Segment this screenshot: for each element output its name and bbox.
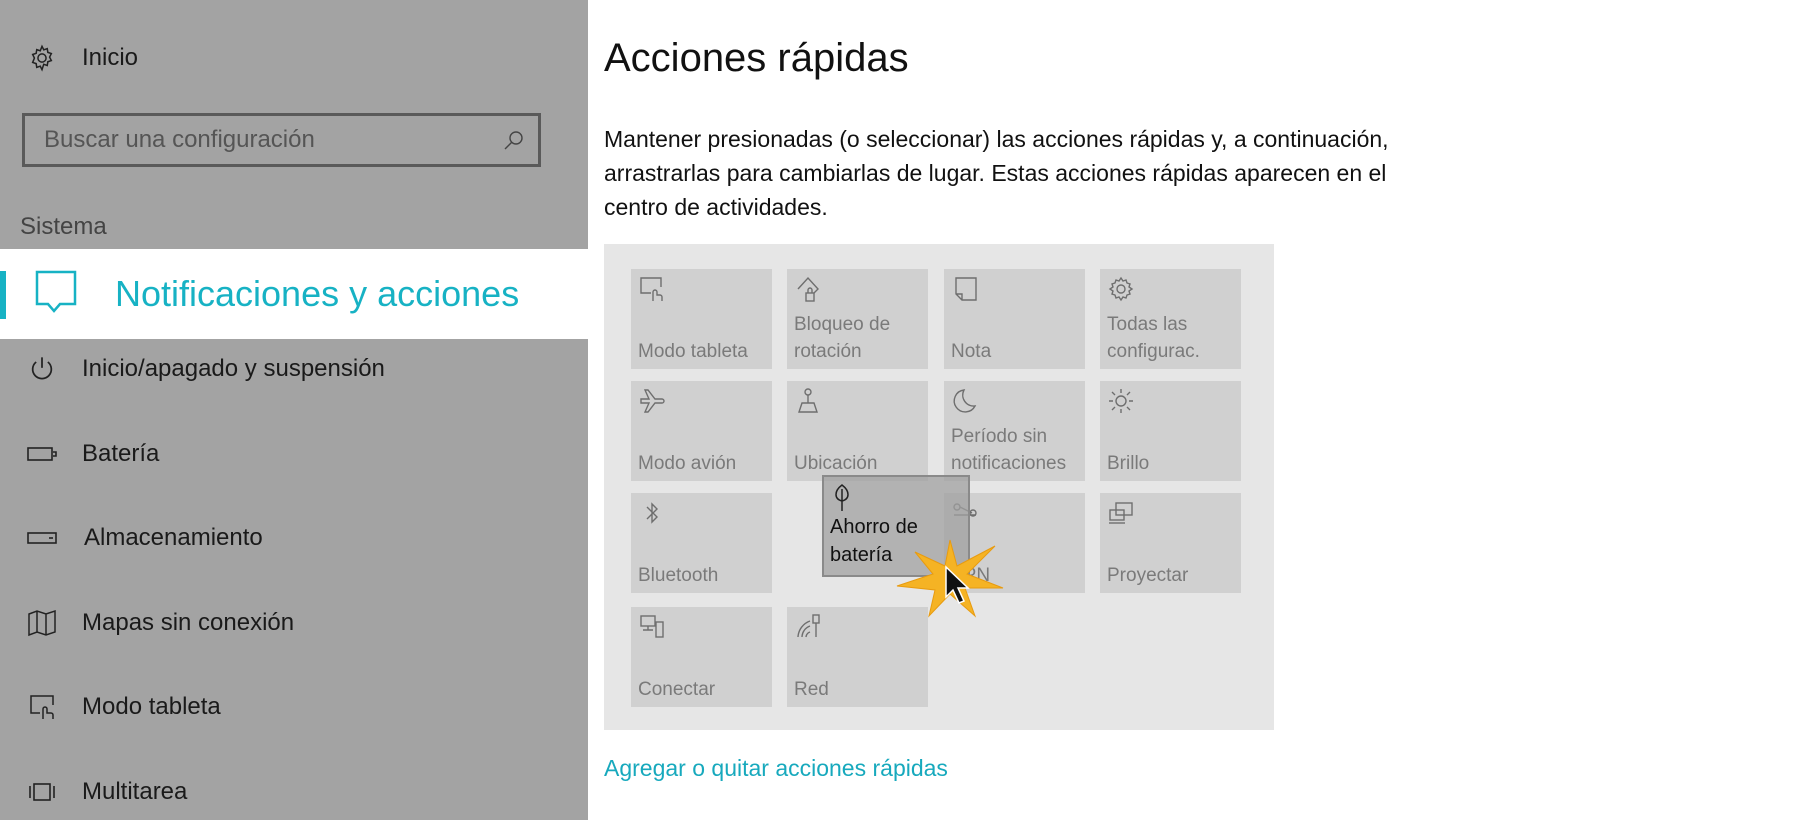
quick-action-tile[interactable]: Bluetooth: [631, 493, 772, 593]
sidebar-item-home[interactable]: Inicio: [0, 28, 588, 88]
item-label: Modo tableta: [82, 693, 221, 720]
airplane-icon: [638, 387, 668, 417]
tile-label: Proyectar: [1107, 565, 1189, 586]
sidebar-item-battery[interactable]: Batería: [0, 424, 588, 484]
search-icon[interactable]: [502, 128, 526, 159]
connect-icon: [638, 613, 668, 643]
item-label: Multitarea: [82, 778, 188, 805]
tile-label: Modo avión: [638, 453, 737, 474]
tablet-icon: [26, 691, 58, 723]
quick-action-tile[interactable]: Nota: [944, 269, 1085, 369]
quick-action-tile[interactable]: Conectar: [631, 607, 772, 707]
home-label: Inicio: [82, 44, 139, 71]
multitask-icon: [26, 776, 58, 808]
gear-icon: [1107, 275, 1137, 305]
sidebar-item-power[interactable]: Inicio/apagado y suspensión: [0, 339, 588, 399]
mouse-cursor-icon: [944, 565, 970, 610]
quick-action-tile[interactable]: Bloqueo de rotación: [787, 269, 928, 369]
sidebar: Inicio Buscar una configuración Sistema …: [0, 0, 588, 820]
bluetooth-icon: [638, 499, 668, 529]
tile-label: Bluetooth: [638, 565, 719, 586]
quick-action-tile[interactable]: Ubicación: [787, 381, 928, 481]
map-icon: [26, 607, 58, 639]
tablet-mode-icon: [638, 275, 668, 305]
search-input[interactable]: Buscar una configuración: [22, 113, 541, 167]
quick-action-tile[interactable]: Proyectar: [1100, 493, 1241, 593]
rotation-lock-icon: [794, 275, 824, 305]
notification-icon: [34, 269, 78, 320]
location-icon: [794, 387, 824, 417]
quick-action-tile[interactable]: Modo avión: [631, 381, 772, 481]
section-label: Sistema: [20, 213, 107, 240]
gear-icon: [26, 42, 58, 74]
item-label: Almacenamiento: [84, 524, 263, 551]
tile-label: Brillo: [1107, 453, 1150, 474]
network-icon: [794, 613, 824, 643]
tile-label: Red: [794, 679, 829, 700]
item-label: Batería: [82, 440, 160, 467]
sidebar-item-multitasking[interactable]: Multitarea: [0, 762, 588, 822]
description: Mantener presionadas (o seleccionar) las…: [604, 126, 1389, 220]
search-placeholder: Buscar una configuración: [44, 126, 315, 153]
tile-label: Conectar: [638, 679, 716, 700]
item-label: Mapas sin conexión: [82, 609, 295, 636]
moon-icon: [951, 387, 981, 417]
quick-action-tile[interactable]: Período sin notificaciones: [944, 381, 1085, 481]
sidebar-item-offline-maps[interactable]: Mapas sin conexión: [0, 593, 588, 653]
add-remove-quick-actions-link[interactable]: Agregar o quitar acciones rápidas: [604, 755, 948, 782]
tile-label: Ubicación: [794, 453, 878, 474]
tile-label: Período sin notificaciones: [951, 426, 1067, 474]
power-icon: [26, 353, 58, 385]
tile-label: Modo tableta: [638, 341, 748, 362]
tile-label: Nota: [951, 341, 992, 362]
tile-label: Todas las configurac.: [1107, 314, 1200, 362]
storage-icon: [26, 522, 58, 554]
quick-action-tile[interactable]: Modo tableta: [631, 269, 772, 369]
sidebar-item-notifications[interactable]: Notificaciones y acciones: [0, 249, 588, 339]
item-label: Inicio/apagado y suspensión: [82, 355, 385, 382]
sidebar-item-tablet-mode[interactable]: Modo tableta: [0, 677, 588, 737]
note-icon: [951, 275, 981, 305]
selection-indicator: [0, 271, 6, 319]
selected-label: Notificaciones y acciones: [115, 273, 520, 314]
quick-action-tile[interactable]: Todas las configurac.: [1100, 269, 1241, 369]
page-title: Acciones rápidas: [604, 36, 909, 80]
project-icon: [1107, 499, 1137, 529]
sidebar-item-storage[interactable]: Almacenamiento: [0, 508, 588, 568]
battery-icon: [26, 438, 58, 470]
quick-action-tile[interactable]: Brillo: [1100, 381, 1241, 481]
brightness-icon: [1107, 387, 1137, 417]
tile-label: Bloqueo de rotación: [794, 314, 891, 362]
